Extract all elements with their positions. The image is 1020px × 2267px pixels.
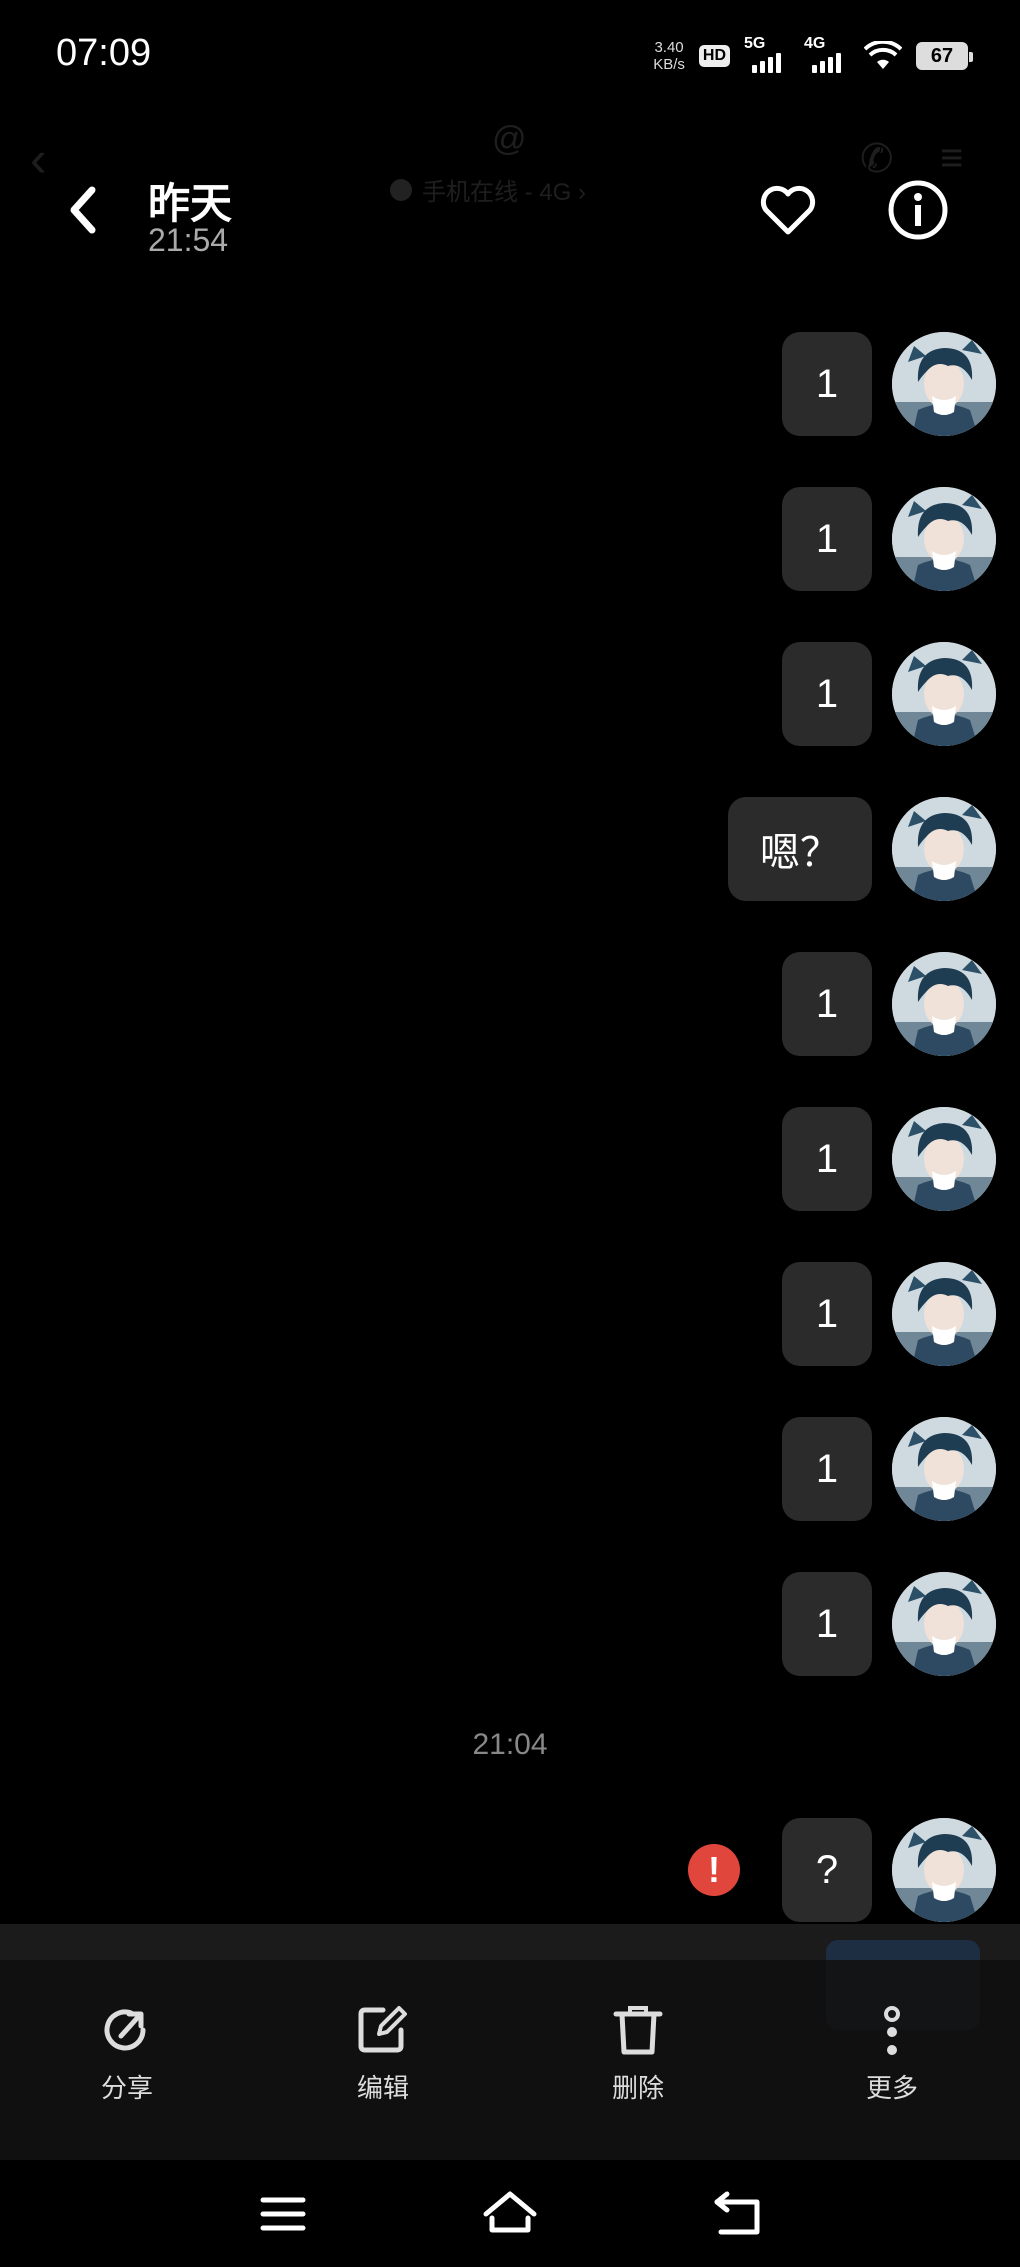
signal-5g-label: 5G [744, 35, 766, 52]
message-row: 1 [782, 642, 996, 746]
action-bar: 分享 编辑 删除 更多 [0, 1960, 1020, 2160]
more-button[interactable]: 更多 [832, 2000, 952, 2105]
avatar[interactable] [892, 952, 996, 1056]
avatar-image [892, 1818, 996, 1922]
message-bubble[interactable]: 1 [782, 1417, 872, 1521]
share-button[interactable]: 分享 [67, 2000, 187, 2105]
page-subtitle: 21:54 [148, 222, 229, 258]
avatar[interactable] [892, 1572, 996, 1676]
viewer-header: 昨天 21:54 [0, 150, 1020, 280]
message-bubble[interactable]: 1 [782, 1262, 872, 1366]
back-icon[interactable] [58, 180, 108, 240]
avatar-image [892, 797, 996, 901]
back-nav-icon[interactable] [707, 2184, 767, 2244]
avatar-image [892, 1262, 996, 1366]
delete-button[interactable]: 删除 [578, 2000, 698, 2105]
avatar[interactable] [892, 1417, 996, 1521]
share-icon [104, 2009, 146, 2051]
info-icon[interactable] [886, 178, 950, 242]
avatar-image [892, 1107, 996, 1211]
message-bubble[interactable]: ? [782, 1818, 872, 1922]
message-bubble[interactable]: 1 [782, 952, 872, 1056]
message-bubble[interactable]: 1 [782, 1572, 872, 1676]
more-vertical-icon [884, 2006, 900, 2055]
message-row: 1 [782, 1262, 996, 1366]
signal-4g-label: 4G [804, 35, 826, 52]
message-row: 1 [782, 1417, 996, 1521]
signal-4g-icon: 4G [804, 35, 850, 73]
message-row-failed: ! ? [688, 1818, 996, 1922]
network-speed-value: 3.40 [654, 39, 684, 56]
avatar-image [892, 1572, 996, 1676]
avatar-image [892, 952, 996, 1056]
edit-icon [358, 2006, 407, 2053]
edit-button[interactable]: 编辑 [323, 2000, 443, 2105]
avatar[interactable] [892, 642, 996, 746]
hd-icon: HD [698, 45, 730, 67]
message-bubble[interactable]: 嗯？ [728, 797, 872, 901]
more-label: 更多 [865, 2073, 918, 2103]
avatar[interactable] [892, 1107, 996, 1211]
avatar-image [892, 332, 996, 436]
status-bar: 07:09 3.40 KB/s HD 5G 4G 67 [0, 0, 1020, 110]
avatar[interactable] [892, 797, 996, 901]
avatar[interactable] [892, 487, 996, 591]
message-bubble[interactable]: 1 [782, 332, 872, 436]
message-bubble[interactable]: 1 [782, 487, 872, 591]
send-failed-icon[interactable]: ! [688, 1844, 740, 1896]
avatar-image [892, 642, 996, 746]
share-label: 分享 [100, 2073, 153, 2103]
avatar-image [892, 1417, 996, 1521]
battery-icon: 67 [916, 42, 973, 70]
signal-5g-icon: 5G [744, 35, 790, 73]
status-icons: 3.40 KB/s HD 5G 4G 67 [653, 35, 973, 76]
message-row: 1 [782, 1107, 996, 1211]
wifi-icon [864, 41, 902, 69]
message-bubble[interactable]: 1 [782, 1107, 872, 1211]
delete-label: 删除 [611, 2073, 664, 2103]
message-row: 1 [782, 332, 996, 436]
message-bubble[interactable]: 1 [782, 642, 872, 746]
message-row: 嗯？ [728, 797, 996, 901]
status-time: 07:09 [56, 32, 152, 74]
message-row: 1 [782, 952, 996, 1056]
home-icon[interactable] [480, 2184, 540, 2244]
favorite-heart-icon[interactable] [758, 180, 818, 240]
network-speed-unit: KB/s [653, 56, 685, 73]
avatar[interactable] [892, 1262, 996, 1366]
avatar[interactable] [892, 1818, 996, 1922]
avatar-image [892, 487, 996, 591]
trash-icon [613, 2006, 663, 2055]
edit-label: 编辑 [356, 2073, 409, 2103]
avatar[interactable] [892, 332, 996, 436]
message-row: 1 [782, 1572, 996, 1676]
recent-apps-icon[interactable] [253, 2184, 313, 2244]
system-nav-bar [0, 2160, 1020, 2267]
time-divider: 21:04 [472, 1728, 548, 1761]
network-speed: 3.40 KB/s [653, 39, 685, 73]
message-row: 1 [782, 487, 996, 591]
